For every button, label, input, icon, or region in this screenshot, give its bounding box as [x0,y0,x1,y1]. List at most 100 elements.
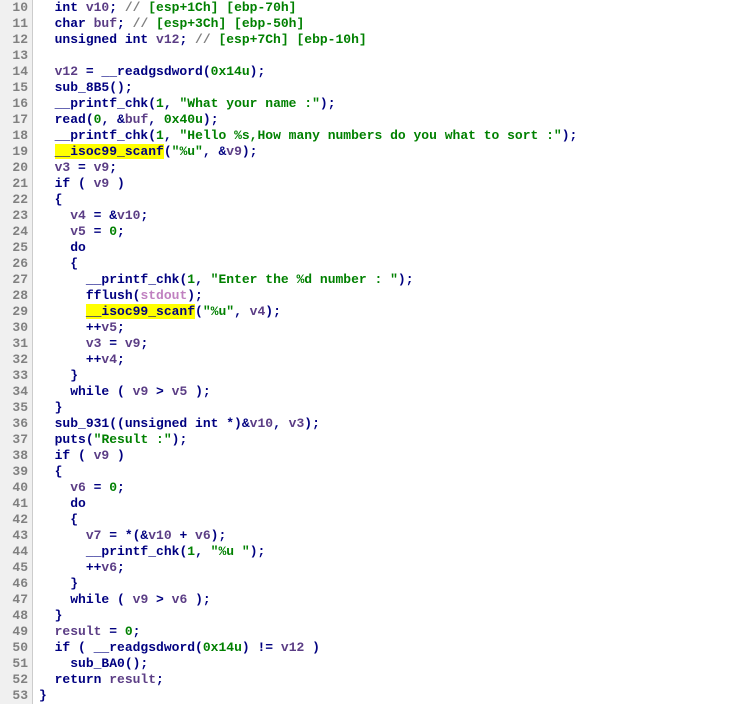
code-line[interactable]: fflush(stdout); [39,288,577,304]
token-op: ( [78,176,94,191]
token-op: ); [187,384,210,399]
code-line[interactable]: int v10; // [esp+1Ch] [ebp-70h] [39,0,577,16]
code-line[interactable]: ++v5; [39,320,577,336]
code-line[interactable]: if ( v9 ) [39,448,577,464]
token-op: ; [117,16,133,31]
token-var: v4 [101,352,117,367]
code-line[interactable]: ++v4; [39,352,577,368]
token-op: ); [562,128,578,143]
token-op: { [70,256,78,271]
code-line[interactable]: while ( v9 > v6 ); [39,592,577,608]
token-op: ); [250,544,266,559]
code-line[interactable]: do [39,496,577,512]
code-line[interactable]: unsigned int v12; // [esp+7Ch] [ebp-10h] [39,32,577,48]
token-comment: // [125,0,148,15]
token-comment: // [195,32,218,47]
code-line[interactable]: v7 = *(&v10 + v6); [39,528,577,544]
line-number: 16 [0,96,28,112]
code-line[interactable]: } [39,576,577,592]
code-line[interactable]: { [39,512,577,528]
code-line[interactable]: sub_8B5(); [39,80,577,96]
token-op: ++ [86,352,102,367]
code-line[interactable]: sub_BA0(); [39,656,577,672]
token-var: result [55,624,102,639]
code-line[interactable]: while ( v9 > v5 ); [39,384,577,400]
code-line[interactable]: } [39,400,577,416]
token-op: ) [109,176,125,191]
token-op: ; [140,208,148,223]
token-op: ); [398,272,414,287]
code-line[interactable]: __isoc99_scanf("%u", v4); [39,304,577,320]
token-func: __readgsdword [101,64,202,79]
code-line[interactable]: do [39,240,577,256]
token-op: ; [179,32,195,47]
code-line[interactable]: return result; [39,672,577,688]
token-var: buf [125,112,148,127]
code-line[interactable]: v4 = &v10; [39,208,577,224]
line-number: 12 [0,32,28,48]
code-line[interactable]: __printf_chk(1, "Enter the %d number : "… [39,272,577,288]
code-line[interactable]: } [39,688,577,704]
line-number: 34 [0,384,28,400]
code-line[interactable]: } [39,608,577,624]
token-kw: int [55,0,86,15]
token-kw: do [70,496,86,511]
token-func: puts [55,432,86,447]
token-op: , [195,272,211,287]
line-number: 22 [0,192,28,208]
code-area[interactable]: int v10; // [esp+1Ch] [ebp-70h] char buf… [33,0,577,704]
line-number: 31 [0,336,28,352]
token-op: (); [125,656,148,671]
code-line[interactable]: puts("Result :"); [39,432,577,448]
code-line[interactable]: } [39,368,577,384]
token-op: ); [187,288,203,303]
token-kw: do [70,240,86,255]
token-op: } [55,608,63,623]
token-op: ; [117,560,125,575]
token-kw: unsigned int [125,416,226,431]
code-line[interactable] [39,48,577,64]
code-line[interactable]: v6 = 0; [39,480,577,496]
code-line[interactable]: read(0, &buf, 0x40u); [39,112,577,128]
code-line[interactable]: __printf_chk(1, "%u "); [39,544,577,560]
code-line[interactable]: __printf_chk(1, "What your name :"); [39,96,577,112]
code-line[interactable]: __isoc99_scanf("%u", &v9); [39,144,577,160]
code-line[interactable]: ++v6; [39,560,577,576]
code-line[interactable]: { [39,192,577,208]
token-op: { [55,192,63,207]
token-var: v10 [86,0,109,15]
code-line[interactable]: if ( __readgsdword(0x14u) != v12 ) [39,640,577,656]
token-op: ; [109,0,125,15]
code-line[interactable]: if ( v9 ) [39,176,577,192]
token-op: ( [195,304,203,319]
token-var: v4 [70,208,86,223]
line-number: 49 [0,624,28,640]
code-line[interactable]: v3 = v9; [39,336,577,352]
code-line[interactable]: __printf_chk(1, "Hello %s,How many numbe… [39,128,577,144]
line-number: 24 [0,224,28,240]
token-var: v12 [281,640,304,655]
code-line[interactable]: char buf; // [esp+3Ch] [ebp-50h] [39,16,577,32]
code-line[interactable]: v5 = 0; [39,224,577,240]
token-op: (); [109,80,132,95]
token-kw: if [55,640,78,655]
line-number: 21 [0,176,28,192]
token-op: ) [109,448,125,463]
token-op: ++ [86,560,102,575]
token-var: v5 [70,224,86,239]
token-op: ); [265,304,281,319]
code-line[interactable]: v3 = v9; [39,160,577,176]
line-number: 13 [0,48,28,64]
code-line[interactable]: { [39,464,577,480]
token-op: ) [304,640,320,655]
code-line[interactable]: { [39,256,577,272]
token-num: 0x14u [203,640,242,655]
code-editor[interactable]: 1011121314151617181920212223242526272829… [0,0,743,704]
code-line[interactable]: v12 = __readgsdword(0x14u); [39,64,577,80]
code-line[interactable]: sub_931((unsigned int *)&v10, v3); [39,416,577,432]
token-var: v5 [172,384,188,399]
token-op: ( [195,640,203,655]
token-var: v5 [101,320,117,335]
token-var: v3 [289,416,305,431]
code-line[interactable]: result = 0; [39,624,577,640]
